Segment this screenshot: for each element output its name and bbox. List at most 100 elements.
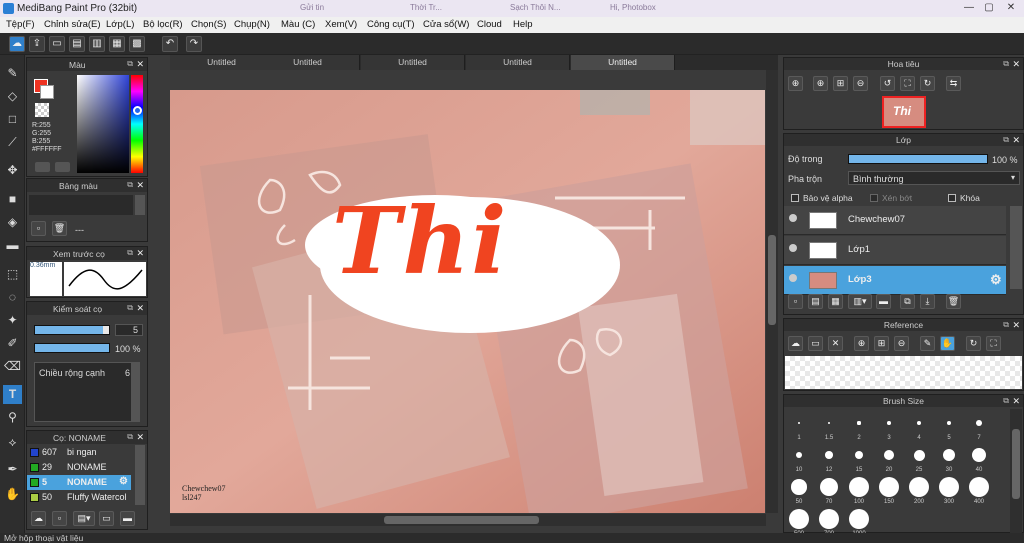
layer-row-lop3[interactable]: Lớp3 ⚙	[784, 266, 1006, 295]
brush-size-dot[interactable]	[909, 477, 929, 497]
cloud-icon[interactable]: ☁	[9, 36, 25, 52]
close-icon[interactable]: ✕	[136, 303, 144, 314]
menu-tools[interactable]: Công cụ(T)	[367, 19, 415, 30]
zoom-icon[interactable]: ⊕	[788, 76, 803, 91]
undo-icon[interactable]: ↶	[162, 36, 178, 52]
close-icon[interactable]: ✕	[136, 432, 144, 443]
delete-layer-icon[interactable]: 🗑	[946, 294, 961, 309]
eyedropper-icon[interactable]: ✎	[920, 336, 935, 351]
close-icon[interactable]: ✕	[136, 59, 144, 70]
brush-size-dot[interactable]	[884, 450, 894, 460]
float-icon[interactable]: ⧉	[127, 303, 133, 313]
brush-size-scrollbar[interactable]	[1010, 409, 1022, 533]
new-folder-icon[interactable]: ▬	[876, 294, 891, 309]
doc-tab-4[interactable]: Untitled	[466, 55, 570, 70]
edge-width-value[interactable]: 6	[125, 368, 130, 378]
brush-size-dot[interactable]	[976, 420, 982, 426]
menu-filter[interactable]: Bộ lọc(R)	[143, 19, 183, 30]
canvas-vertical-scrollbar[interactable]	[766, 70, 778, 513]
operation-tool-icon[interactable]: ⚲	[3, 408, 22, 427]
minimize-button[interactable]: —	[962, 1, 976, 15]
brush-size-dot[interactable]	[887, 421, 891, 425]
layer-row-chewchew07[interactable]: Chewchew07	[784, 206, 1006, 235]
select-tool-icon[interactable]: ⬚	[3, 265, 22, 284]
float-icon[interactable]: ⧉	[127, 59, 133, 69]
float-icon[interactable]: ⧉	[1003, 395, 1009, 407]
float-icon[interactable]: ⧉	[1003, 134, 1009, 146]
doc-tab-2[interactable]: Untitled	[256, 55, 360, 70]
rotate-left-icon[interactable]: ↺	[880, 76, 895, 91]
new-halftone-layer-icon[interactable]: ▤	[808, 294, 823, 309]
brush-item[interactable]: 50 Fluffy Watercol	[27, 490, 131, 505]
color-remove-button[interactable]	[55, 162, 70, 172]
palette-area[interactable]	[29, 195, 133, 215]
brush-size-dot[interactable]	[819, 477, 839, 497]
hand-icon[interactable]: ✋	[940, 336, 955, 351]
new-layer-icon[interactable]: ▫	[788, 294, 803, 309]
move-tool-icon[interactable]: ✥	[3, 161, 22, 180]
delete-palette-icon[interactable]: 🗑	[52, 221, 67, 236]
brush-size-dot[interactable]	[854, 450, 864, 460]
brush-size-dot[interactable]	[879, 477, 899, 497]
menu-select[interactable]: Chọn(S)	[191, 19, 226, 30]
close-button[interactable]: ✕	[1004, 1, 1018, 15]
rotate-right-icon[interactable]: ↻	[920, 76, 935, 91]
menu-color[interactable]: Màu (C)	[281, 19, 315, 30]
brush-size-dot[interactable]	[797, 421, 801, 425]
pen-tool-icon[interactable]: ✒	[3, 460, 22, 479]
panel-icon[interactable]: ▦	[109, 36, 125, 52]
menu-help[interactable]: Help	[513, 19, 533, 30]
layer-opacity-slider[interactable]	[848, 154, 988, 164]
merge-layer-icon[interactable]: ⤓	[920, 294, 935, 309]
select-pen-icon[interactable]: ✐	[3, 334, 22, 353]
gradient-tool-icon[interactable]: ▬	[3, 236, 22, 255]
menu-view[interactable]: Xem(V)	[325, 19, 357, 30]
new-palette-icon[interactable]: ▫	[31, 221, 46, 236]
brush-folder-icon[interactable]: ▬	[120, 511, 135, 526]
menu-edit[interactable]: Chỉnh sửa(E)	[44, 19, 101, 30]
menu-file[interactable]: Tệp(F)	[6, 19, 35, 30]
brush-menu-icon[interactable]: ▤▾	[73, 511, 95, 526]
new-8bit-layer-icon[interactable]: ▦	[828, 294, 843, 309]
magic-wand-icon[interactable]: ✦	[3, 311, 22, 330]
menu-cloud[interactable]: Cloud	[477, 19, 502, 30]
page-icon[interactable]: ▥	[89, 36, 105, 52]
eraser-tool-icon[interactable]: ◇	[3, 87, 22, 106]
color-sv-square[interactable]	[77, 75, 129, 173]
chat-icon[interactable]: ▤	[69, 36, 85, 52]
transparent-swatch[interactable]	[35, 103, 49, 117]
eye-icon[interactable]	[789, 244, 797, 252]
float-icon[interactable]: ⧉	[1003, 319, 1009, 331]
add-brush-icon[interactable]: ☁	[31, 511, 46, 526]
vertical-scroll-thumb[interactable]	[768, 235, 776, 325]
brush-item[interactable]: 29 NONAME	[27, 460, 131, 475]
secondary-color-swatch[interactable]	[40, 85, 54, 99]
hue-bar[interactable]	[131, 75, 143, 173]
fit-screen-icon[interactable]: ⛶	[986, 336, 1001, 351]
brush-size-dot[interactable]	[825, 451, 833, 459]
line-tool-icon[interactable]: ⟋	[3, 133, 22, 152]
brush-item[interactable]: 607 bi ngan	[27, 445, 131, 460]
eyedropper-tool-icon[interactable]: ⟡	[3, 433, 22, 452]
protect-alpha-checkbox[interactable]	[791, 194, 799, 202]
float-icon[interactable]: ⧉	[127, 180, 133, 190]
zoom-out-icon[interactable]: ⊖	[894, 336, 909, 351]
close-reference-icon[interactable]: ✕	[828, 336, 843, 351]
text-tool-icon[interactable]: T	[3, 385, 22, 404]
close-icon[interactable]: ✕	[1012, 58, 1020, 70]
brush-tool-icon[interactable]: ✎	[3, 64, 22, 83]
eye-icon[interactable]	[789, 274, 797, 282]
layer-menu-icon[interactable]: ▥▾	[848, 294, 872, 309]
grid-icon[interactable]: ▩	[129, 36, 145, 52]
rotate-icon[interactable]: ↻	[966, 336, 981, 351]
bucket-tool-icon[interactable]: ◈	[3, 213, 22, 232]
fit-icon[interactable]: ⊞	[833, 76, 848, 91]
menu-snap[interactable]: Chụp(N)	[234, 19, 270, 30]
share-icon[interactable]: ⇪	[29, 36, 45, 52]
brush-size-dot[interactable]	[946, 420, 952, 426]
close-icon[interactable]: ✕	[1012, 134, 1020, 146]
hue-handle[interactable]	[133, 106, 142, 115]
gear-icon[interactable]: ⚙	[990, 272, 1002, 288]
comment-icon[interactable]: ▭	[49, 36, 65, 52]
gear-icon[interactable]: ⚙	[119, 476, 128, 487]
